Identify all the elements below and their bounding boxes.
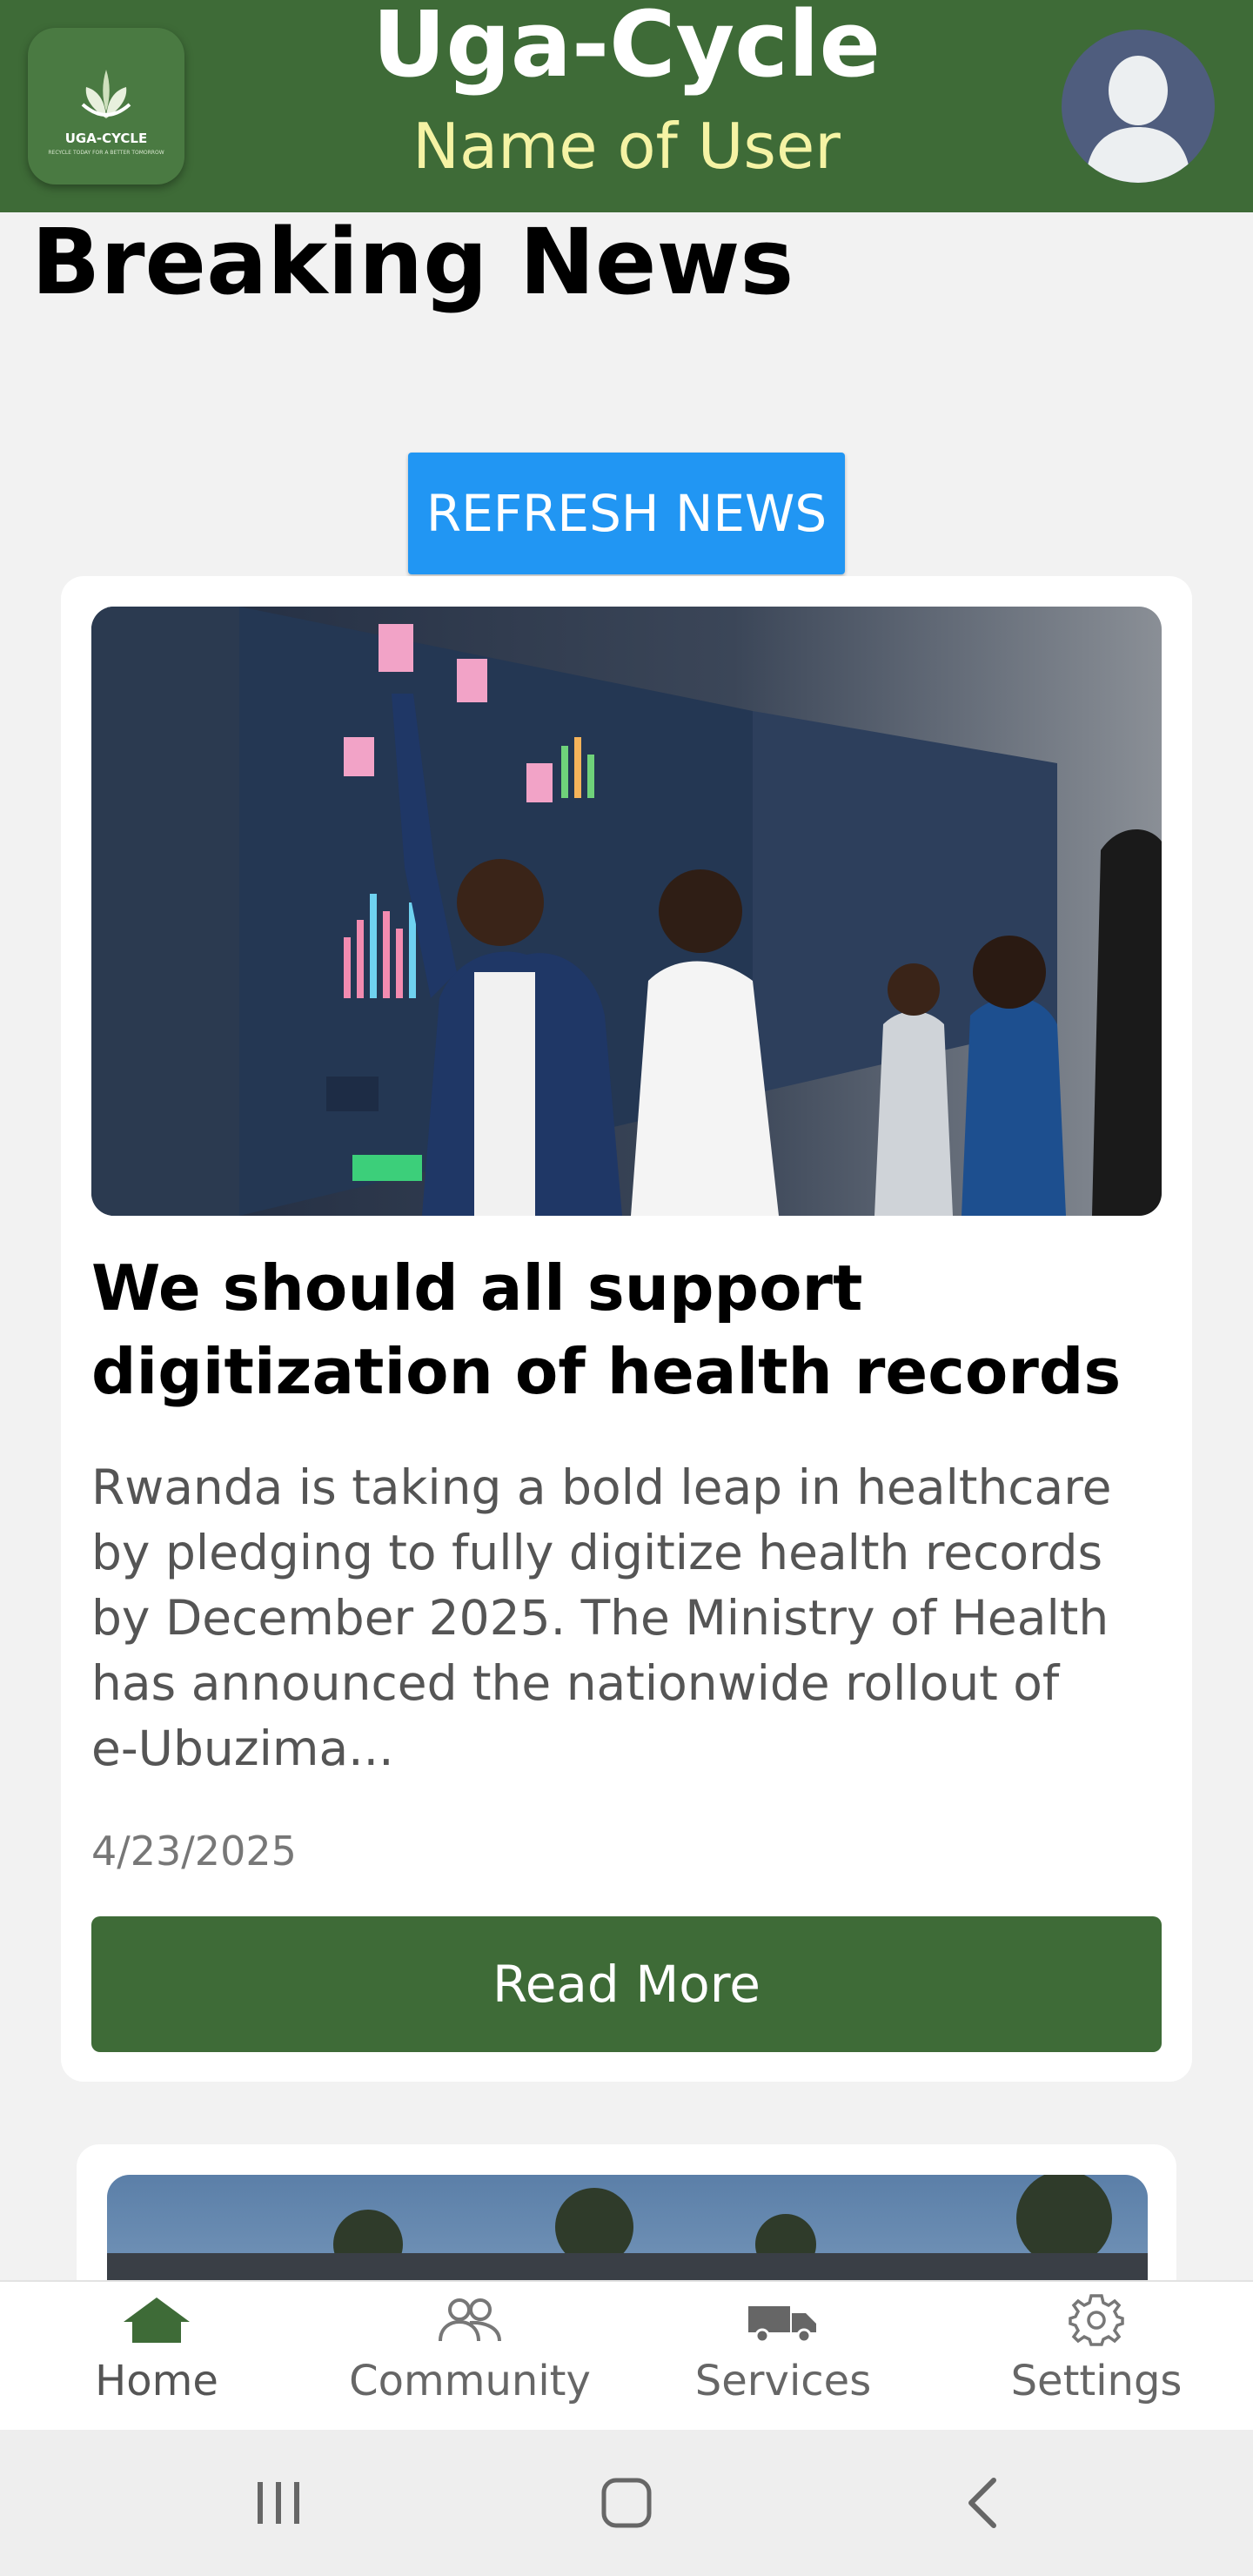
back-icon — [968, 2478, 996, 2528]
nav-home[interactable]: Home — [26, 2282, 287, 2432]
nav-home-label: Home — [95, 2357, 218, 2405]
home-circle-icon — [601, 2478, 652, 2528]
read-more-button[interactable]: Read More — [91, 1916, 1162, 2052]
health-data-dashboard-photo — [91, 607, 1162, 1216]
home-icon — [124, 2298, 190, 2343]
nav-settings-label: Settings — [1010, 2357, 1183, 2405]
article-title[interactable]: We should all support digitization of he… — [91, 1246, 1170, 1413]
refresh-news-button[interactable]: REFRESH NEWS — [408, 453, 845, 574]
nav-services-label: Services — [694, 2357, 872, 2405]
bottom-navigation: Home Community Services Settings — [0, 2280, 1253, 2432]
recent-apps-icon — [258, 2482, 299, 2524]
news-card: We should all support digitization of he… — [61, 576, 1192, 2082]
app-header: UGA-CYCLE RECYCLE TODAY FOR A BETTER TOM… — [0, 0, 1253, 212]
system-home-button[interactable] — [574, 2430, 679, 2576]
nav-services[interactable]: Services — [653, 2282, 914, 2432]
recent-apps-button[interactable] — [226, 2430, 331, 2576]
nav-settings[interactable]: Settings — [966, 2282, 1227, 2432]
page-title: Breaking News — [31, 209, 794, 315]
user-silhouette-icon — [1086, 56, 1190, 183]
truck-icon — [748, 2306, 816, 2344]
system-navigation-bar — [0, 2430, 1253, 2576]
gear-icon — [1069, 2294, 1124, 2346]
article-summary: Rwanda is taking a bold leap in healthca… — [91, 1459, 1112, 1776]
back-button[interactable] — [931, 2430, 1035, 2576]
user-avatar[interactable] — [1062, 30, 1215, 183]
nav-community[interactable]: Community — [339, 2282, 600, 2432]
community-icon — [439, 2298, 501, 2342]
article-date: 4/23/2025 — [91, 1828, 297, 1875]
nav-community-label: Community — [349, 2357, 591, 2405]
